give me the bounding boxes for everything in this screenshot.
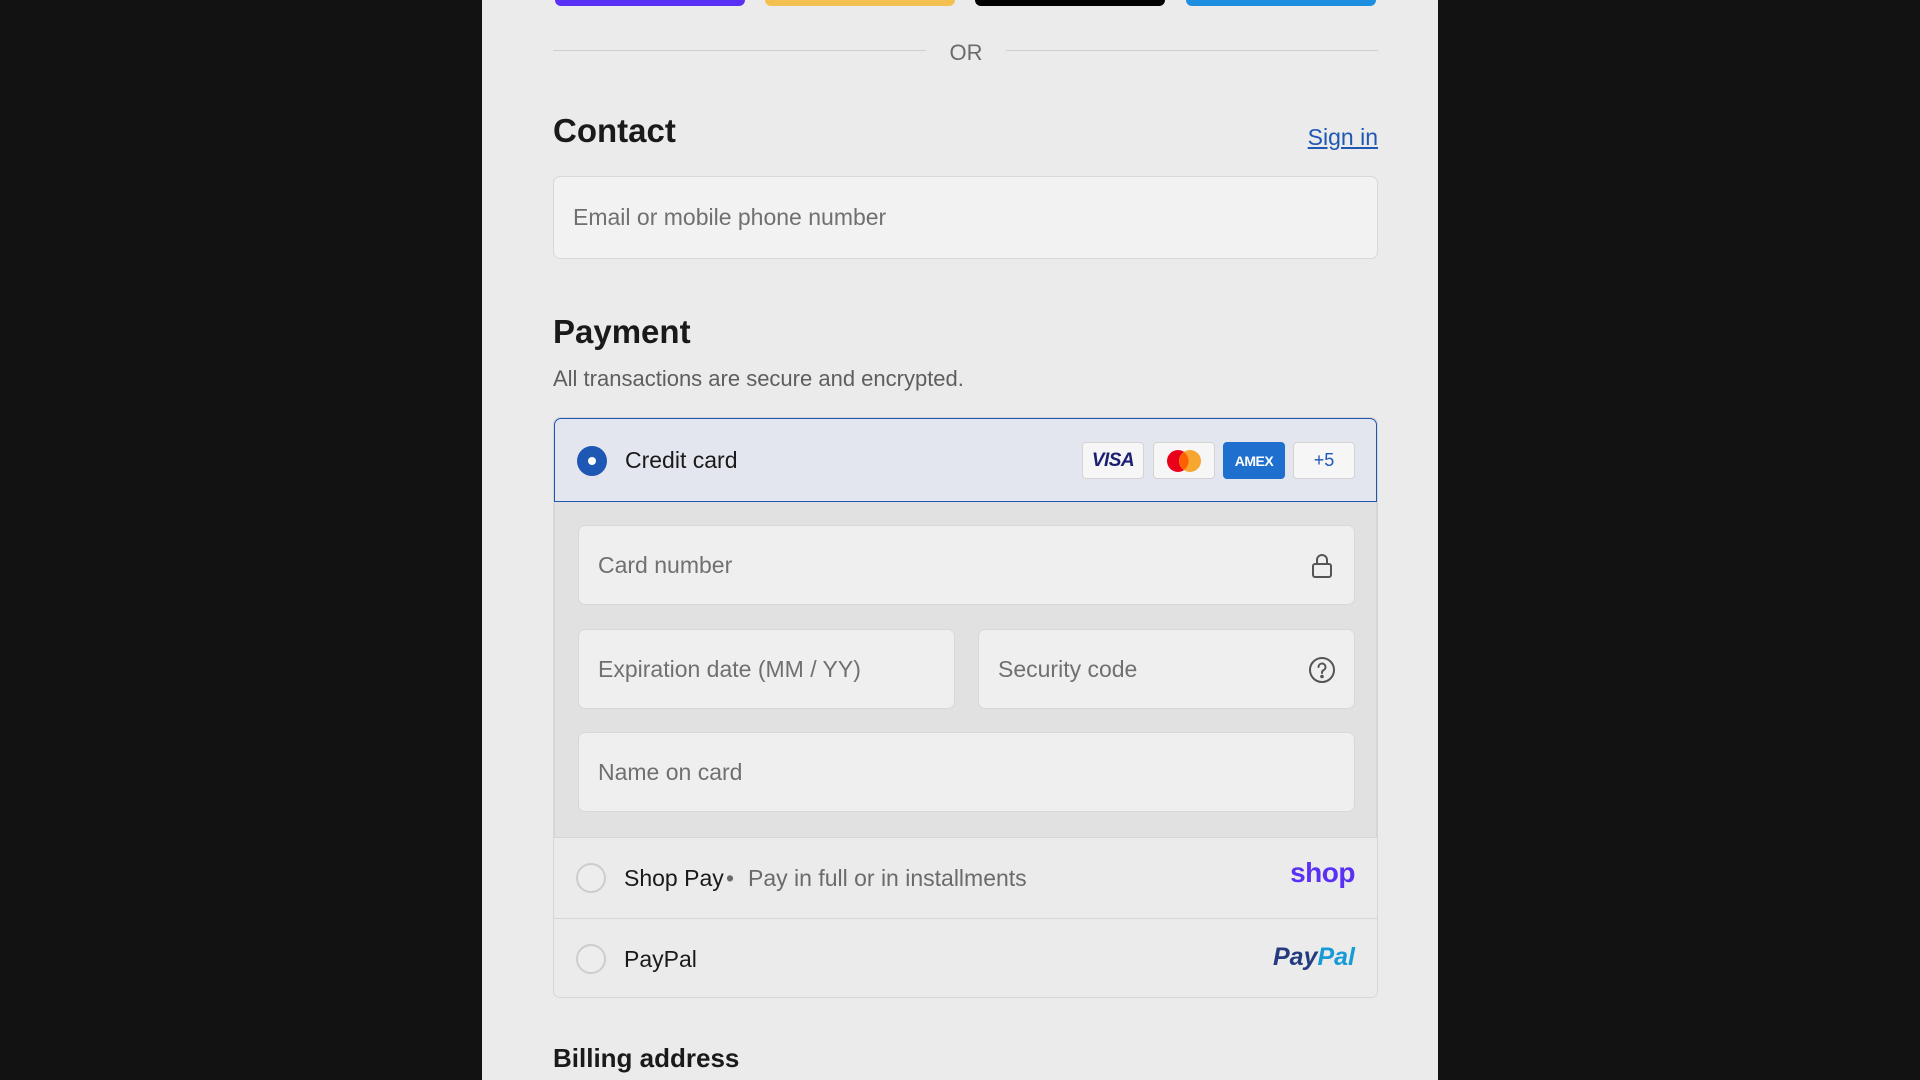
amex-logo-icon: AMEX <box>1223 442 1285 479</box>
card-number-field[interactable] <box>579 526 1354 604</box>
security-code-field[interactable] <box>979 630 1354 708</box>
card-number-wrapper <box>578 525 1355 605</box>
help-icon[interactable] <box>1308 656 1336 684</box>
payment-methods: Credit card VISA AMEX +5 Card number Exp… <box>553 417 1378 998</box>
shop-pay-label: Shop Pay <box>624 865 724 891</box>
amazon-pay-express-button[interactable] <box>765 0 955 6</box>
google-pay-express-button[interactable] <box>975 0 1165 6</box>
expiration-wrapper <box>578 629 955 709</box>
more-cards-count: +5 <box>1313 450 1335 470</box>
expiration-date-field[interactable] <box>579 630 954 708</box>
paypal-radio[interactable] <box>576 944 606 974</box>
security-code-wrapper <box>978 629 1355 709</box>
credit-card-label: Credit card <box>625 447 738 473</box>
billing-address-title: Billing address <box>553 1043 740 1073</box>
or-divider: OR <box>553 40 1378 65</box>
paypal-option[interactable]: PayPal PayPal <box>554 918 1377 997</box>
credit-card-radio[interactable] <box>577 446 607 476</box>
shop-pay-separator: • <box>726 865 735 891</box>
or-label: OR <box>949 40 983 65</box>
paypal-logo-part1: Pay <box>1272 943 1318 971</box>
divider-line-left <box>553 50 926 51</box>
email-field-wrapper <box>553 176 1378 259</box>
shop-pay-option[interactable]: Shop Pay • Pay in full or in installment… <box>554 837 1377 917</box>
express-checkout-row <box>553 0 1378 7</box>
paypal-label: PayPal <box>624 946 697 972</box>
credit-card-option[interactable]: Credit card VISA AMEX +5 <box>554 418 1377 502</box>
email-field[interactable] <box>554 177 1377 258</box>
paypal-logo-part2: Pal <box>1317 943 1355 971</box>
name-on-card-wrapper <box>578 732 1355 812</box>
checkout-page: OR Contact Sign in Payment All transacti… <box>482 0 1438 1080</box>
credit-card-fields <box>554 502 1377 837</box>
shop-pay-express-button[interactable] <box>555 0 745 6</box>
more-cards-badge[interactable]: +5 <box>1293 442 1355 479</box>
shop-pay-description: Pay in full or in installments <box>748 865 1027 891</box>
shop-logo-icon: shop <box>1290 857 1355 888</box>
divider-line-right <box>1006 50 1378 51</box>
sign-in-link[interactable]: Sign in <box>1308 124 1378 151</box>
visa-logo-icon: VISA <box>1082 442 1144 479</box>
shop-pay-radio[interactable] <box>576 863 606 893</box>
contact-title: Contact <box>553 112 676 149</box>
visa-logo-text: VISA <box>1091 449 1135 471</box>
amex-logo-text: AMEX <box>1234 452 1274 469</box>
paypal-logo-icon: PayPal <box>1273 943 1355 972</box>
venmo-express-button[interactable] <box>1186 0 1376 6</box>
payment-title: Payment <box>553 313 691 350</box>
lock-icon <box>1308 552 1336 580</box>
name-on-card-field[interactable] <box>579 733 1354 811</box>
payment-subtitle: All transactions are secure and encrypte… <box>553 366 964 391</box>
mastercard-logo-icon <box>1153 442 1215 479</box>
